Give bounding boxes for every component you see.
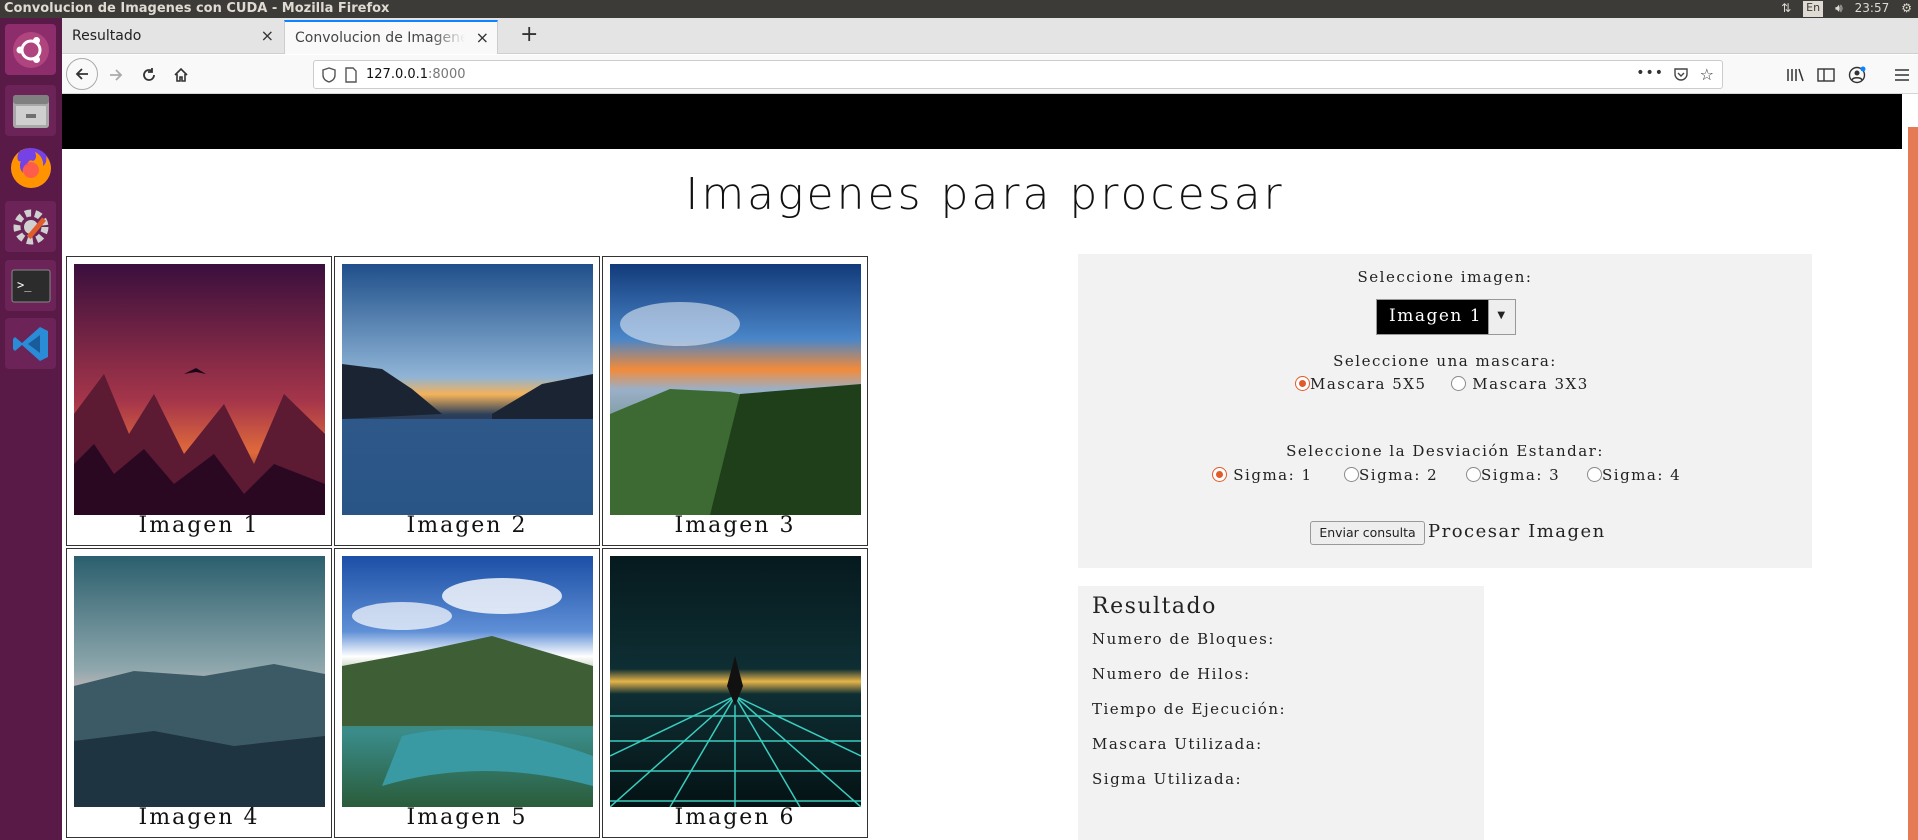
process-form: Seleccione imagen: Imagen 1 ▼ Seleccione… [1078, 254, 1812, 568]
keyboard-layout-indicator[interactable]: En [1803, 1, 1824, 17]
image-5-thumbnail[interactable] [342, 556, 593, 807]
process-image-text: Procesar Imagen [1428, 521, 1606, 542]
image-card-5[interactable]: Imagen 5 [334, 548, 600, 838]
mask-option-3x3[interactable]: Mascara 3X3 [1451, 375, 1589, 393]
sigma-1-radio[interactable] [1212, 467, 1227, 482]
result-mask: Mascara Utilizada: [1092, 735, 1263, 753]
page-actions-icon[interactable]: ••• [1636, 65, 1664, 81]
image-caption: Imagen 4 [138, 805, 260, 830]
menu-icon[interactable] [1889, 62, 1915, 88]
url-bar[interactable]: 127.0.0.1:8000 ••• ☆ [313, 60, 1723, 89]
system-tray: ⇅ En 🔊︎ 23:57 ⚙ [1781, 0, 1912, 17]
tab-label: Convolucion de Imagenes con CUDA [295, 30, 465, 46]
window-titlebar: Convolucion de Imagenes con CUDA - Mozil… [0, 0, 1918, 18]
image-caption: Imagen 1 [138, 513, 260, 538]
result-panel: Resultado Numero de Bloques: Numero de H… [1078, 586, 1484, 840]
image-4-thumbnail[interactable] [74, 556, 325, 807]
terminal-icon[interactable]: >_ [5, 260, 56, 311]
mask-option-label: Mascara 5X5 [1310, 375, 1427, 393]
tab-resultado[interactable]: Resultado × [62, 20, 282, 54]
url-text: 127.0.0.1:8000 [366, 67, 466, 82]
system-gear-icon[interactable]: ⚙ [1901, 0, 1912, 17]
image-3-thumbnail[interactable] [610, 264, 861, 515]
image-card-6[interactable]: Imagen 6 [602, 548, 868, 838]
sigma-option-1[interactable]: Sigma: 1 [1212, 466, 1313, 484]
result-sigma: Sigma Utilizada: [1092, 770, 1243, 788]
bookmark-star-icon[interactable]: ☆ [1700, 65, 1714, 84]
image-card-2[interactable]: Imagen 2 [334, 256, 600, 546]
sigma-option-4[interactable]: Sigma: 4 [1587, 466, 1681, 484]
image-card-4[interactable]: Imagen 4 [66, 548, 332, 838]
image-caption: Imagen 3 [674, 513, 796, 538]
forward-arrow-icon[interactable] [103, 62, 129, 88]
mask-label: Seleccione una mascara: [1333, 352, 1557, 370]
sigma-option-label: Sigma: 4 [1602, 466, 1682, 484]
sigma-option-label: Sigma: 1 [1233, 466, 1313, 484]
pocket-icon[interactable] [1673, 66, 1689, 86]
window-title: Convolucion de Imagenes con CUDA - Mozil… [4, 1, 390, 16]
reload-icon[interactable] [136, 62, 162, 88]
page-info-icon[interactable] [344, 67, 358, 87]
sidebar-icon[interactable] [1813, 62, 1839, 88]
image-caption: Imagen 2 [406, 513, 528, 538]
home-icon[interactable] [168, 62, 194, 88]
image-2-thumbnail[interactable] [342, 264, 593, 515]
close-icon[interactable]: × [476, 28, 489, 47]
network-icon[interactable]: ⇅ [1781, 0, 1791, 17]
page-content: Imagenes para procesar Imagen 1 Imagen 2 [62, 94, 1908, 840]
url-port: :8000 [428, 67, 466, 82]
settings-icon[interactable] [5, 201, 56, 252]
page-title: Imagenes para procesar [685, 169, 1285, 220]
image-caption: Imagen 5 [406, 805, 528, 830]
sigma-option-label: Sigma: 3 [1481, 466, 1561, 484]
sigma-option-3[interactable]: Sigma: 3 [1466, 466, 1560, 484]
sigma-label: Seleccione la Desviación Estandar: [1286, 442, 1604, 460]
mask-3x3-radio[interactable] [1451, 376, 1466, 391]
chevron-down-icon[interactable]: ▼ [1488, 300, 1515, 334]
mask-option-label: Mascara 3X3 [1472, 375, 1589, 393]
sigma-2-radio[interactable] [1344, 467, 1359, 482]
tab-convolucion[interactable]: Convolucion de Imagenes con CUDA × [284, 20, 498, 54]
volume-icon[interactable]: 🔊︎ [1835, 0, 1843, 17]
mask-5x5-radio[interactable] [1295, 376, 1310, 391]
image-card-3[interactable]: Imagen 3 [602, 256, 868, 546]
image-6-thumbnail[interactable] [610, 556, 861, 807]
navigation-toolbar: 127.0.0.1:8000 ••• ☆ [62, 55, 1918, 94]
result-threads: Numero de Hilos: [1092, 665, 1251, 683]
image-card-1[interactable]: Imagen 1 [66, 256, 332, 546]
close-icon[interactable]: × [261, 26, 274, 45]
clock[interactable]: 23:57 [1855, 0, 1890, 17]
tab-bar: Resultado × Convolucion de Imagenes con … [62, 18, 1918, 54]
mask-option-5x5[interactable]: Mascara 5X5 [1295, 375, 1427, 393]
ubuntu-icon[interactable] [5, 24, 56, 75]
files-icon[interactable] [5, 85, 56, 136]
result-heading: Resultado [1092, 594, 1217, 619]
result-exec-time: Tiempo de Ejecución: [1092, 700, 1287, 718]
new-tab-icon[interactable]: + [520, 22, 538, 47]
url-host: 127.0.0.1 [366, 67, 429, 82]
sigma-option-2[interactable]: Sigma: 2 [1344, 466, 1438, 484]
image-select[interactable]: Imagen 1 ▼ [1376, 299, 1516, 335]
image-select-value: Imagen 1 [1389, 306, 1483, 326]
tab-label: Resultado [72, 28, 142, 44]
vscode-icon[interactable] [5, 318, 56, 369]
sigma-option-label: Sigma: 2 [1359, 466, 1439, 484]
page-header-bar [62, 94, 1902, 149]
select-image-label: Seleccione imagen: [1357, 268, 1533, 286]
ubuntu-launcher: >_ [0, 18, 62, 840]
account-icon[interactable] [1844, 62, 1870, 88]
library-icon[interactable] [1782, 62, 1808, 88]
sigma-3-radio[interactable] [1466, 467, 1481, 482]
firefox-icon[interactable] [5, 142, 56, 193]
submit-button[interactable]: Enviar consulta [1310, 521, 1425, 545]
sigma-4-radio[interactable] [1587, 467, 1602, 482]
image-1-thumbnail[interactable] [74, 264, 325, 515]
image-caption: Imagen 6 [674, 805, 796, 830]
svg-text:>_: >_ [17, 278, 32, 292]
shield-icon[interactable] [322, 67, 336, 87]
page-accent-bar [1908, 127, 1918, 840]
back-arrow-icon[interactable] [66, 58, 98, 90]
result-blocks: Numero de Bloques: [1092, 630, 1275, 648]
